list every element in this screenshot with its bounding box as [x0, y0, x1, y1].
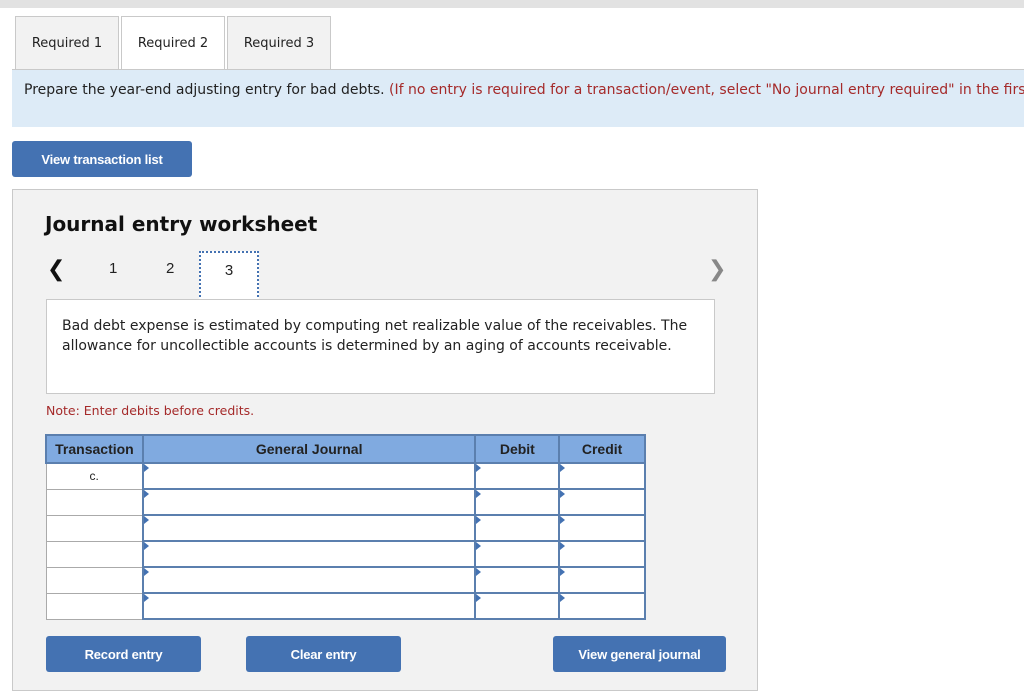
view-general-journal-button[interactable]: View general journal — [553, 636, 726, 672]
instructions-banner: Prepare the year-end adjusting entry for… — [12, 69, 1024, 127]
account-select[interactable] — [144, 466, 474, 487]
page-3-current[interactable]: 3 — [199, 251, 259, 301]
header-transaction: Transaction — [45, 434, 144, 464]
page-2[interactable]: 2 — [166, 260, 174, 277]
view-transaction-list-button[interactable]: View transaction list — [12, 141, 192, 177]
clear-entry-button[interactable]: Clear entry — [246, 636, 401, 672]
credit-input[interactable] — [561, 492, 643, 513]
table-row — [45, 514, 646, 542]
header-general-journal: General Journal — [141, 434, 477, 464]
debit-input[interactable] — [477, 596, 558, 617]
debit-credit-note: Note: Enter debits before credits. — [46, 403, 255, 418]
header-debit: Debit — [474, 434, 561, 464]
tab-required-2[interactable]: Required 2 — [121, 16, 225, 70]
debit-input[interactable] — [477, 492, 558, 513]
transaction-cell — [45, 592, 144, 620]
top-bar — [0, 0, 1024, 8]
record-entry-button[interactable]: Record entry — [46, 636, 201, 672]
requirement-tabs: Required 1 Required 2 Required 3 — [15, 16, 333, 70]
table-row: c. — [45, 462, 646, 490]
table-row — [45, 540, 646, 568]
page-1[interactable]: 1 — [109, 260, 117, 277]
debit-input[interactable] — [477, 518, 558, 539]
instructions-note: (If no entry is required for a transacti… — [389, 82, 1024, 98]
credit-input[interactable] — [561, 570, 643, 591]
account-select[interactable] — [144, 518, 474, 539]
account-select[interactable] — [144, 596, 474, 617]
transaction-description: Bad debt expense is estimated by computi… — [46, 299, 715, 394]
account-select[interactable] — [144, 570, 474, 591]
table-row — [45, 592, 646, 620]
journal-table: Transaction General Journal Debit Credit… — [45, 434, 646, 620]
tab-required-1[interactable]: Required 1 — [15, 16, 119, 69]
tab-required-3[interactable]: Required 3 — [227, 16, 331, 69]
header-credit: Credit — [558, 434, 646, 464]
transaction-cell — [45, 514, 144, 542]
chevron-right-icon[interactable]: ❯ — [708, 257, 726, 282]
instructions-text: Prepare the year-end adjusting entry for… — [24, 82, 385, 98]
transaction-cell — [45, 488, 144, 516]
debit-input[interactable] — [477, 544, 558, 565]
debit-input[interactable] — [477, 466, 558, 487]
debit-input[interactable] — [477, 570, 558, 591]
account-select[interactable] — [144, 544, 474, 565]
transaction-cell — [45, 566, 144, 594]
credit-input[interactable] — [561, 466, 643, 487]
transaction-cell — [45, 540, 144, 568]
credit-input[interactable] — [561, 544, 643, 565]
table-row — [45, 488, 646, 516]
account-select[interactable] — [144, 492, 474, 513]
table-row — [45, 566, 646, 594]
journal-entry-worksheet: Journal entry worksheet ❮ 1 2 3 ❯ Bad de… — [12, 189, 758, 691]
worksheet-title: Journal entry worksheet — [45, 212, 318, 236]
credit-input[interactable] — [561, 596, 643, 617]
chevron-left-icon[interactable]: ❮ — [47, 257, 65, 282]
credit-input[interactable] — [561, 518, 643, 539]
transaction-cell: c. — [45, 462, 144, 490]
